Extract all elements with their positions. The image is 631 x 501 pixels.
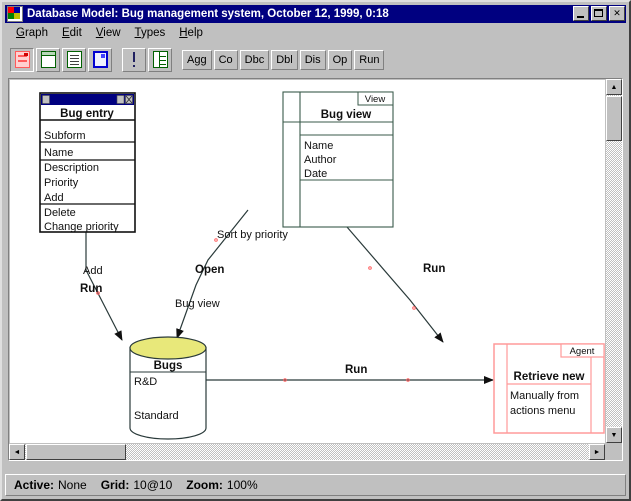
bug-entry-attr-description: Description: [44, 162, 99, 174]
edge-label-add: Add: [83, 265, 103, 277]
selected-document-icon: [92, 51, 108, 68]
conn-dot: [412, 306, 416, 310]
triangle-up-icon: ▲: [610, 83, 618, 91]
bug-entry-subform: Subform: [44, 130, 86, 142]
conn-dot: [368, 266, 372, 270]
new-form-icon: [14, 51, 30, 68]
menu-item-view[interactable]: View: [89, 26, 128, 40]
bug-view-title: Bug view: [321, 109, 372, 121]
bugs-cylinder-top: [129, 336, 207, 360]
bug-view-stereotype: View: [365, 94, 386, 105]
status-zoom-value: 100%: [226, 478, 258, 492]
menu-item-edit[interactable]: Edit: [55, 26, 89, 40]
app-icon: [7, 6, 23, 22]
dbl-button[interactable]: Dbl: [271, 49, 298, 70]
close-button[interactable]: ✕: [609, 6, 625, 21]
scroll-down-button[interactable]: ▼: [606, 427, 622, 443]
window-title: Database Model: Bug management system, O…: [27, 8, 389, 20]
scroll-left-button[interactable]: ◄: [9, 444, 25, 460]
bugs-title: Bugs: [154, 360, 183, 372]
toolbar-separator-2: [174, 59, 182, 60]
retrieve-new-title: Retrieve new: [514, 371, 585, 383]
edge-label-open: Open: [195, 264, 224, 276]
maximize-button[interactable]: [591, 6, 607, 21]
toolbar-separator-1: [114, 59, 122, 60]
connection-button[interactable]: Co: [213, 49, 238, 70]
diagram-canvas[interactable]: Bug entry Subform Name Description Prior…: [10, 80, 605, 443]
bugs-row-standard: Standard: [134, 410, 179, 422]
new-document-icon: [40, 51, 56, 68]
bug-entry-attr-name: Name: [44, 147, 73, 159]
run-exclamation-icon: [131, 51, 137, 68]
menu-item-help[interactable]: Help: [172, 26, 210, 40]
status-grid-label: Grid:: [100, 478, 130, 492]
menu-item-graph[interactable]: Graph: [9, 26, 55, 40]
vertical-scrollbar[interactable]: ▲ ▼: [606, 79, 622, 443]
operation-button[interactable]: Op: [327, 49, 353, 70]
toolbar: Agg Co Dbc Dbl Dis Op Run: [5, 43, 626, 76]
run-exclamation-button[interactable]: [122, 47, 146, 72]
window-controls: ✕: [573, 6, 625, 21]
node-bug-entry[interactable]: Bug entry Subform Name Description Prior…: [39, 92, 136, 233]
horizontal-scrollbar[interactable]: ◄ ►: [9, 444, 605, 460]
dis-button[interactable]: Dis: [299, 49, 326, 70]
new-document-button[interactable]: [36, 47, 60, 72]
bug-view-attr-date: Date: [304, 168, 327, 180]
list-view-icon: [66, 51, 82, 68]
horizontal-scroll-thumb[interactable]: [26, 444, 126, 460]
node-retrieve-new[interactable]: Agent Retrieve new Manually from actions…: [493, 343, 605, 434]
list-view-button[interactable]: [62, 47, 86, 72]
diagram-svg: Bug entry Subform Name Description Prior…: [39, 91, 605, 440]
diagram-client-area: Bug entry Subform Name Description Prior…: [8, 78, 623, 461]
new-form-button[interactable]: [10, 47, 34, 72]
split-view-icon: [152, 51, 168, 68]
run-button[interactable]: Run: [354, 49, 385, 70]
scroll-up-button[interactable]: ▲: [606, 79, 622, 95]
triangle-left-icon: ◄: [13, 448, 21, 456]
status-bar: Active: None Grid: 10@10 Zoom: 100%: [5, 474, 626, 496]
status-active-value: None: [58, 478, 87, 492]
node-bug-view[interactable]: View Bug view Name Author Date: [282, 91, 394, 228]
status-active-label: Active:: [14, 478, 55, 492]
bug-view-attr-name: Name: [304, 140, 333, 152]
edge-label-run-entry: Run: [80, 283, 102, 295]
selected-document-button[interactable]: [88, 47, 112, 72]
split-view-button[interactable]: [148, 47, 172, 72]
edge-bugview-agent: [346, 226, 444, 343]
minimize-button[interactable]: [573, 6, 589, 21]
bug-view-attr-author: Author: [304, 154, 337, 166]
title-bar[interactable]: Database Model: Bug management system, O…: [5, 5, 626, 23]
vertical-scroll-thumb[interactable]: [606, 96, 622, 141]
retrieve-new-stereotype: Agent: [570, 346, 595, 357]
node-bugs[interactable]: Bugs R&D Standard: [129, 336, 207, 440]
aggregate-button[interactable]: Agg: [182, 49, 212, 70]
bug-entry-op-change-priority: Change priority: [44, 221, 119, 233]
status-zoom-label: Zoom:: [186, 478, 223, 492]
menu-item-types[interactable]: Types: [128, 26, 173, 40]
bug-entry-attr-priority: Priority: [44, 177, 79, 189]
menu-bar: Graph Edit View Types Help: [5, 24, 626, 42]
bug-entry-op-add: Add: [44, 192, 64, 204]
status-grid-value: 10@10: [133, 478, 173, 492]
edge-label-run-view: Run: [423, 263, 445, 275]
bugs-row-rd: R&D: [134, 376, 157, 388]
close-icon: ✕: [613, 8, 621, 18]
application-window: Database Model: Bug management system, O…: [0, 0, 631, 501]
retrieve-new-line-1: Manually from: [510, 390, 579, 402]
scroll-right-button[interactable]: ►: [589, 444, 605, 460]
dbc-button[interactable]: Dbc: [239, 49, 270, 70]
edge-label-run-bugs: Run: [345, 364, 367, 376]
triangle-right-icon: ►: [593, 448, 601, 456]
triangle-down-icon: ▼: [610, 431, 618, 439]
edge-label-bug-view: Bug view: [175, 298, 220, 310]
bug-entry-op-delete: Delete: [44, 207, 76, 219]
edge-label-sort-by-priority: Sort by priority: [217, 229, 288, 241]
retrieve-new-line-2: actions menu: [510, 405, 575, 417]
bug-entry-title: Bug entry: [60, 108, 114, 120]
